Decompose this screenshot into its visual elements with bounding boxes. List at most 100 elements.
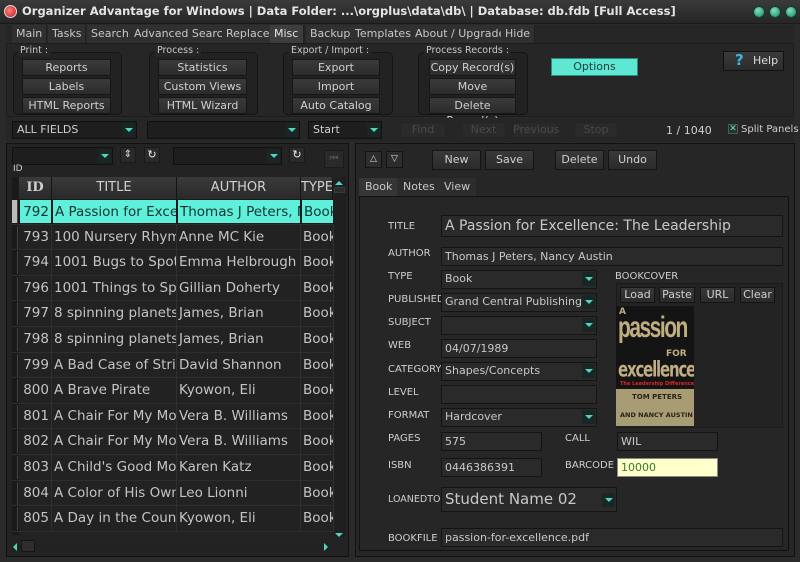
title-field[interactable]: A Passion for Excellence: The Leadership bbox=[441, 215, 783, 237]
tab-view[interactable]: View bbox=[438, 178, 477, 196]
cell-author[interactable]: Kyowon, Eli bbox=[177, 506, 301, 531]
call-field[interactable]: WIL bbox=[617, 432, 718, 451]
labels-button[interactable]: Labels bbox=[22, 78, 111, 95]
sort-field-select[interactable] bbox=[12, 147, 113, 165]
cell-title[interactable]: 8 spinning planets bbox=[52, 301, 177, 326]
undo-button[interactable]: Undo bbox=[608, 150, 657, 170]
web-field[interactable]: 04/07/1989 bbox=[441, 339, 597, 358]
minimize-icon[interactable] bbox=[753, 6, 765, 18]
row-indicator-icon[interactable] bbox=[12, 200, 18, 223]
cell-type[interactable]: Book bbox=[301, 250, 334, 275]
column-header-author[interactable]: AUTHOR bbox=[177, 177, 301, 199]
row-header[interactable] bbox=[12, 302, 18, 326]
isbn-field[interactable]: 0446386391 bbox=[441, 458, 542, 477]
new-record-button[interactable]: New bbox=[432, 150, 481, 170]
cell-type[interactable]: Book bbox=[301, 199, 334, 224]
cell-id[interactable]: 794 bbox=[19, 250, 52, 275]
cell-type[interactable]: Book bbox=[301, 275, 334, 301]
table-row[interactable]: 797 8 spinning planets James, Brian Book bbox=[12, 301, 334, 327]
format-select[interactable]: Hardcover bbox=[441, 408, 597, 427]
refresh-sort-icon[interactable]: ↻ bbox=[144, 147, 160, 163]
level-field[interactable] bbox=[441, 385, 597, 404]
menu-main[interactable]: Main bbox=[12, 25, 48, 43]
cell-title[interactable]: 8 spinning planets bbox=[52, 327, 177, 352]
cell-title[interactable]: A Chair For My Mother bbox=[52, 429, 177, 454]
cell-type[interactable]: Book bbox=[301, 378, 334, 403]
menu-about-upgrade[interactable]: About / Upgrade bbox=[411, 25, 511, 43]
table-row[interactable]: 798 8 spinning planets James, Brian Book bbox=[12, 327, 334, 353]
save-record-button[interactable]: Save bbox=[485, 150, 534, 170]
table-row[interactable]: 802A Chair For My MotherVera B. Williams… bbox=[12, 429, 334, 455]
cell-type[interactable]: Book bbox=[301, 506, 334, 531]
cover-paste-button[interactable]: Paste bbox=[659, 287, 695, 303]
delete-record-button[interactable]: Delete bbox=[555, 150, 604, 170]
cell-id[interactable]: 800 bbox=[19, 378, 52, 403]
table-row[interactable]: 799A Bad Case of StripesDavid ShannonBoo… bbox=[12, 352, 334, 379]
row-header[interactable] bbox=[12, 379, 18, 403]
vertical-scroll-thumb[interactable] bbox=[334, 187, 345, 193]
cell-author[interactable]: Emma Helbrough bbox=[177, 250, 301, 275]
cell-author[interactable]: Vera B. Williams bbox=[177, 429, 301, 454]
collapse-panel-icon[interactable]: ⏮ bbox=[324, 150, 344, 168]
row-header[interactable] bbox=[12, 481, 18, 505]
row-header[interactable] bbox=[12, 507, 18, 531]
horizontal-scrollbar[interactable] bbox=[12, 539, 334, 553]
type-select[interactable]: Book bbox=[441, 270, 597, 289]
cell-author[interactable]: Thomas J Peters, Nancy Austin bbox=[177, 199, 301, 224]
menu-misc[interactable]: Misc bbox=[270, 25, 304, 43]
cell-title[interactable]: A Chair For My Mother bbox=[52, 403, 177, 429]
cell-id[interactable]: 803 bbox=[19, 455, 52, 480]
cell-type[interactable]: Book bbox=[301, 327, 334, 352]
cell-title[interactable]: A Child's Good Morning bbox=[52, 455, 177, 480]
statistics-button[interactable]: Statistics bbox=[158, 59, 247, 76]
next-button[interactable]: Next bbox=[461, 122, 506, 138]
table-row[interactable]: 805A Day in the CountryKyowon, EliBook bbox=[12, 506, 334, 532]
cell-id[interactable]: 801 bbox=[19, 403, 52, 429]
menu-advanced-search[interactable]: Advanced Search bbox=[130, 25, 235, 43]
menu-search[interactable]: Search bbox=[87, 25, 134, 43]
find-button[interactable]: Find bbox=[400, 122, 446, 138]
cell-author[interactable]: Leo Lionni bbox=[177, 480, 301, 506]
cell-type[interactable]: Book bbox=[301, 403, 334, 429]
bookcover-image[interactable]: A passion FOR excellence The Leadership … bbox=[616, 306, 694, 426]
filter-select[interactable] bbox=[173, 147, 282, 165]
tab-notes[interactable]: Notes bbox=[397, 178, 441, 196]
cell-id[interactable]: 797 bbox=[19, 301, 52, 326]
cell-title[interactable]: 100 Nursery Rhymes bbox=[52, 224, 177, 250]
previous-button[interactable]: Previous bbox=[512, 122, 560, 138]
row-header[interactable] bbox=[12, 328, 18, 351]
row-header[interactable] bbox=[12, 276, 18, 300]
move-records-button[interactable]: Move Record(s) bbox=[429, 78, 516, 108]
cell-id[interactable]: 793 bbox=[19, 224, 52, 250]
row-header[interactable] bbox=[12, 456, 18, 479]
cell-id[interactable]: 802 bbox=[19, 429, 52, 454]
cell-title[interactable]: A Bad Case of Stripes bbox=[52, 352, 177, 378]
bookfile-field[interactable]: passion-for-excellence.pdf bbox=[441, 528, 783, 547]
scroll-down-icon[interactable] bbox=[335, 533, 343, 537]
column-header-type[interactable]: TYPE bbox=[301, 177, 333, 199]
cell-title[interactable]: A Day in the Country bbox=[52, 506, 177, 531]
published-select[interactable]: Grand Central Publishing bbox=[441, 293, 597, 312]
split-panels-checkbox[interactable]: ✕ bbox=[728, 124, 738, 134]
cell-id[interactable]: 805 bbox=[19, 506, 52, 531]
cell-author[interactable]: Vera B. Williams bbox=[177, 403, 301, 429]
column-header-id[interactable]: ID bbox=[19, 177, 52, 199]
scroll-up-icon[interactable] bbox=[335, 181, 343, 185]
menu-replace[interactable]: Replace bbox=[222, 25, 275, 43]
cell-id[interactable]: 804 bbox=[19, 480, 52, 506]
row-header[interactable] bbox=[12, 404, 18, 428]
cell-title[interactable]: A Color of His Own bbox=[52, 480, 177, 506]
barcode-field[interactable]: 10000 bbox=[617, 458, 718, 477]
table-row[interactable]: 804 A Color of His Own Leo Lionni Book bbox=[12, 480, 334, 507]
match-mode-select[interactable]: Start bbox=[308, 121, 382, 139]
cover-load-button[interactable]: Load bbox=[620, 287, 655, 303]
cell-title[interactable]: 1001 Things to Spot bbox=[52, 275, 177, 301]
column-header-title[interactable]: TITLE bbox=[52, 177, 177, 199]
table-row[interactable]: 800 A Brave Pirate Kyowon, Eli Book bbox=[12, 378, 334, 404]
cell-type[interactable]: Book bbox=[301, 352, 334, 378]
cell-author[interactable]: Karen Katz bbox=[177, 455, 301, 480]
table-row[interactable]: 793100 Nursery RhymesAnne MC KieBook bbox=[12, 224, 334, 251]
cell-title[interactable]: A Passion for Excellence: The Leadership bbox=[52, 199, 177, 224]
table-row[interactable]: 801A Chair For My MotherVera B. Williams… bbox=[12, 403, 334, 430]
horizontal-scroll-thumb[interactable] bbox=[21, 540, 35, 552]
